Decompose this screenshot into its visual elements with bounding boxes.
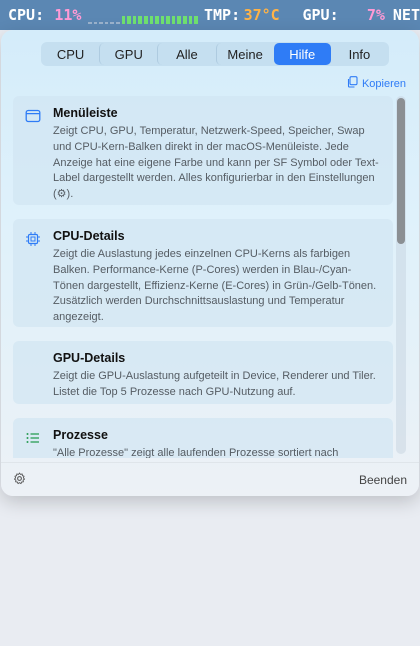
help-card-title: GPU-Details [53, 351, 126, 365]
help-list[interactable]: Menüleiste Zeigt CPU, GPU, Temperatur, N… [13, 96, 393, 458]
menubar-cpu-value: 11% [54, 6, 82, 24]
core-load-bar [155, 16, 159, 24]
core-load-bar [104, 22, 109, 24]
copy-icon [347, 76, 358, 91]
help-card-text: "Alle Prozesse" zeigt alle laufenden Pro… [53, 447, 339, 458]
menubar-icon [25, 108, 41, 124]
tab-meine[interactable]: Meine [215, 43, 274, 65]
popover-footer: Beenden [1, 463, 419, 496]
tab-alle[interactable]: Alle [157, 43, 215, 65]
list-icon [25, 430, 41, 446]
tab-bar: CPU GPU Alle Meine Hilfe Info [41, 42, 389, 66]
core-load-bar [171, 16, 176, 24]
help-card-title: Prozesse [53, 428, 108, 442]
help-card-title: CPU-Details [53, 229, 125, 243]
core-load-bar [160, 16, 165, 24]
core-load-bar [121, 16, 126, 24]
core-load-bar [87, 22, 92, 24]
tab-hilfe[interactable]: Hilfe [273, 43, 331, 65]
help-card-gpu: GPU-Details Zeigt die GPU-Auslastung auf… [13, 341, 393, 404]
menubar-gpu-label: GPU: [302, 6, 339, 24]
help-card-processes: Prozesse "Alle Prozesse" zeigt alle lauf… [13, 418, 393, 458]
menubar-gpu-value: 7% [366, 6, 385, 24]
help-card-text: Zeigt CPU, GPU, Temperatur, Netzwerk-Spe… [53, 125, 379, 201]
core-load-bar [177, 16, 182, 24]
core-load-bar [149, 16, 154, 24]
core-load-bar [132, 16, 137, 24]
menubar-tmp-label: TMP: [203, 6, 241, 24]
gear-icon[interactable] [13, 470, 26, 489]
core-load-bar [188, 16, 193, 24]
core-load-bar [138, 16, 142, 24]
menubar-net-label: NET [392, 6, 420, 24]
tab-gpu[interactable]: GPU [99, 43, 157, 65]
cpu-chip-icon [25, 231, 41, 247]
core-load-bar [99, 22, 103, 24]
core-load-bar [166, 16, 170, 24]
menubar-cpu-label: CPU: [8, 6, 45, 24]
core-load-bar [110, 22, 114, 24]
tab-cpu[interactable]: CPU [42, 43, 99, 65]
help-card-title: Menüleiste [53, 106, 118, 120]
copy-label: Kopieren [361, 77, 406, 90]
tab-info[interactable]: Info [331, 43, 388, 65]
help-card-text: Zeigt die Auslastung jedes einzelnen CPU… [53, 248, 377, 324]
help-card-menubar: Menüleiste Zeigt CPU, GPU, Temperatur, N… [13, 96, 393, 205]
quit-button[interactable]: Beenden [359, 473, 407, 487]
scrollbar-thumb[interactable] [397, 98, 405, 244]
menubar-tmp-value: 37°C [243, 6, 280, 24]
core-load-bar [115, 22, 120, 24]
core-load-bar [93, 22, 98, 24]
stats-popover: CPU GPU Alle Meine Hilfe Info Kopieren M… [1, 30, 419, 496]
help-card-cpu: CPU-Details Zeigt die Auslastung jedes e… [13, 219, 393, 327]
menu-bar: CPU: 11% TMP: 37°C GPU: 7% NET [0, 0, 420, 30]
help-card-text: Zeigt die GPU-Auslastung aufgeteilt in D… [53, 370, 376, 398]
menubar-core-bars [87, 10, 198, 24]
core-load-bar [183, 16, 187, 24]
core-load-bar [143, 16, 148, 24]
help-scrollbar[interactable] [396, 96, 406, 454]
core-load-bar [194, 16, 198, 24]
core-load-bar [127, 16, 131, 24]
copy-button[interactable]: Kopieren [347, 76, 406, 91]
